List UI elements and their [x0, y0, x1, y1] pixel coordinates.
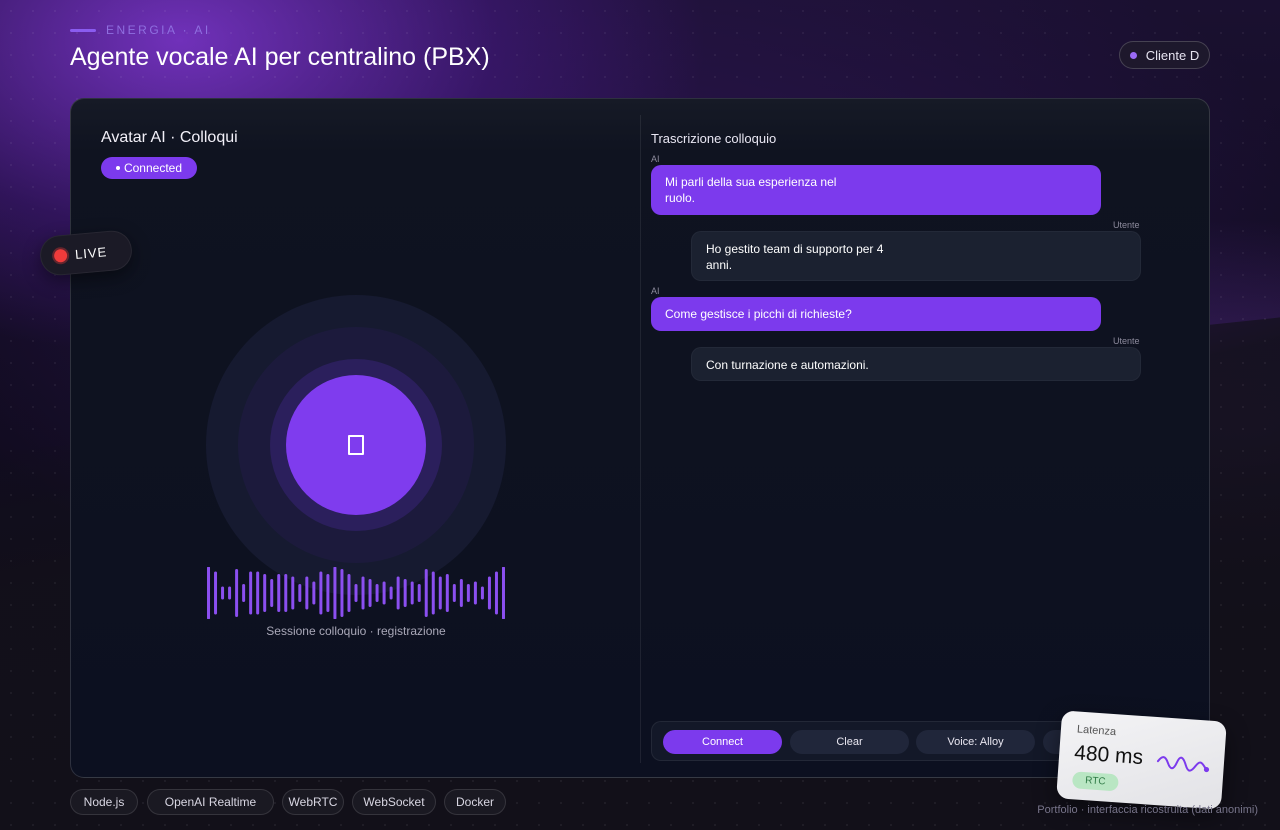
client-label: Cliente D: [1145, 47, 1200, 63]
connect-button[interactable]: Connect: [663, 730, 782, 754]
tech-chip: WebSocket: [352, 789, 436, 815]
message-text: anni.: [706, 258, 733, 272]
live-dot-icon: [53, 248, 68, 263]
voice-select[interactable]: Voice: Alloy: [916, 730, 1035, 754]
message-bubble-user: Con turnazione e automazioni.: [691, 347, 1141, 381]
live-label: LIVE: [74, 243, 108, 262]
client-dot-icon: [1129, 51, 1137, 59]
latency-sparkline-icon: [1156, 756, 1210, 773]
eyebrow-text: ENERGIA · AI: [106, 23, 211, 37]
client-badge[interactable]: Cliente D: [1119, 41, 1210, 69]
footer-note: Portfolio · interfaccia ricostruita (dat…: [1037, 804, 1258, 816]
message-speaker-label: Utente: [1113, 220, 1140, 230]
tech-chip: OpenAI Realtime: [147, 789, 274, 815]
latency-badge: RTC: [1071, 771, 1119, 792]
device-icon: [348, 435, 364, 455]
message-text: Come gestisce i picchi di richieste?: [665, 307, 852, 321]
message-text: Mi parli della sua esperienza nel: [665, 175, 837, 189]
message-speaker-label: AI: [651, 286, 660, 296]
latency-value: 480 ms: [1073, 741, 1144, 770]
message-text: Con turnazione e automazioni.: [706, 358, 869, 372]
latency-label: Latenza: [1076, 723, 1117, 739]
page-title: Agente vocale AI per centralino (PBX): [70, 43, 490, 71]
connection-status-badge: Connected: [101, 157, 197, 179]
audio-waveform: [207, 567, 505, 619]
message-text: ruolo.: [665, 191, 696, 205]
message-speaker-label: AI: [651, 154, 660, 164]
message-bubble-user: Ho gestito team di supporto per 4 anni.: [691, 231, 1141, 281]
app-window: Avatar AI · Colloqui Connected Sessione …: [70, 98, 1210, 778]
message-text: Ho gestito team di supporto per 4: [706, 242, 884, 256]
waveform-caption: Sessione colloquio · registrazione: [266, 624, 446, 638]
tech-chip: Docker: [444, 789, 506, 815]
tech-chip: WebRTC: [282, 789, 344, 815]
eyebrow: ENERGIA · AI: [70, 23, 211, 37]
message-bubble-ai: Come gestisce i picchi di richieste?: [651, 297, 1101, 331]
message-bubble-ai: Mi parli della sua esperienza nel ruolo.: [651, 165, 1101, 215]
clear-button[interactable]: Clear: [790, 730, 909, 754]
latency-card: Latenza 480 ms RTC: [1056, 710, 1227, 810]
tech-chip: Node.js: [70, 789, 138, 815]
transcript-title: Trascrizione colloquio: [651, 131, 777, 146]
eyebrow-bar: [70, 28, 96, 32]
status-label: Connected: [123, 161, 183, 175]
avatar-visualizer: [206, 295, 506, 595]
status-dot-icon: [115, 166, 120, 170]
avatar-panel-title: Avatar AI · Colloqui: [101, 129, 238, 146]
panel-divider: [640, 115, 641, 763]
avatar-core[interactable]: [286, 375, 426, 515]
message-speaker-label: Utente: [1113, 336, 1140, 346]
